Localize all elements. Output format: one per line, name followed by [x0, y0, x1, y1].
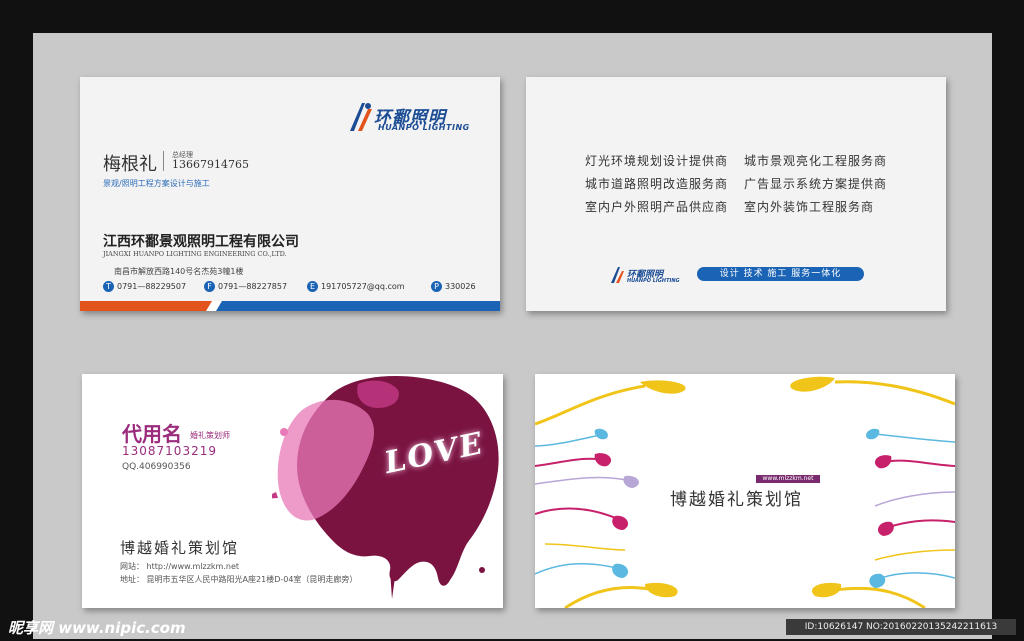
service-item: 城市道路照明改造服务商 [585, 177, 729, 191]
slogan-pill: 设计 技术 施工 服务一体化 [697, 267, 864, 281]
ink-splash-decoration [272, 375, 499, 599]
person-name: 梅根礼 [103, 154, 157, 175]
service-item: 室内外装饰工程服务商 [744, 200, 875, 214]
company-name-cn: 江西环鄱景观照明工程有限公司 [103, 234, 299, 250]
watermark-bar: 昵享网 www.nipic.com ID:10626147 NO:2016022… [0, 613, 1024, 641]
company-name-en: JIANGXI HUANPO LIGHTING ENGINEERING CO.,… [103, 250, 287, 258]
watermark-id: ID:10626147 NO:20160220135242211613 [786, 619, 1016, 635]
website-tag: www.mlzzkm.net [756, 475, 820, 483]
contact-fax-text: 0791—88227857 [218, 282, 288, 291]
person-name: 代用名 [122, 422, 182, 446]
business-card-back-lighting: 灯光环境规划设计提供商 城市景观亮化工程服务商 城市道路照明改造服务商 广告显示… [526, 77, 946, 311]
contact-postcode-text: 330026 [445, 282, 476, 291]
service-item: 广告显示系统方案提供商 [744, 177, 888, 191]
canvas-background: 环鄱照明 HUANPO LIGHTING 梅根礼 总经理 13667914765… [33, 33, 992, 639]
logo-mark-icon [350, 103, 372, 131]
service-item: 灯光环境规划设计提供商 [585, 154, 729, 168]
contact-fax: F 0791—88227857 [204, 281, 287, 292]
service-item: 室内户外照明产品供应商 [585, 200, 729, 214]
phone-icon: T [103, 281, 114, 292]
person-title: 婚礼策划师 [190, 431, 230, 440]
watermark-site: 昵享网 www.nipic.com [8, 619, 186, 637]
address: 地址： 昆明市五华区人民中路阳光A座21楼D-04室（昆明走廊旁） [120, 575, 358, 584]
business-card-back-wedding: www.mlzzkm.net 博越婚礼策划馆 [535, 374, 955, 608]
website: 网站： http://www.mlzzkm.net [120, 562, 239, 571]
contact-postcode: P 330026 [431, 281, 476, 292]
name-divider [163, 151, 164, 171]
service-item: 城市景观亮化工程服务商 [744, 154, 888, 168]
shop-name: 博越婚礼策划馆 [120, 539, 240, 557]
tagline: 景观/照明工程方案设计与施工 [103, 179, 210, 188]
contact-tel: T 0791—88229507 [103, 281, 186, 292]
person-qq: QQ.406990356 [122, 462, 191, 472]
bottom-stripe [80, 301, 500, 311]
logo-text-en: HUANPO LIGHTING [627, 278, 680, 284]
business-card-front-lighting: 环鄱照明 HUANPO LIGHTING 梅根礼 总经理 13667914765… [80, 77, 500, 311]
logo-mark-icon [611, 267, 624, 283]
contact-tel-text: 0791—88229507 [117, 282, 187, 291]
contact-email-text: 191705727@qq.com [321, 282, 405, 291]
person-phone: 13667914765 [172, 158, 249, 171]
postcode-icon: P [431, 281, 442, 292]
fax-icon: F [204, 281, 215, 292]
address: 南昌市解放西路140号名杰苑3幢1楼 [114, 267, 244, 276]
person-phone: 13087103219 [122, 444, 217, 458]
business-card-front-wedding: LOVE 代用名 婚礼策划师 13087103219 QQ.406990356 … [82, 374, 503, 608]
email-icon: E [307, 281, 318, 292]
contact-email: E 191705727@qq.com [307, 281, 405, 292]
logo-text-en: HUANPO LIGHTING [378, 123, 470, 132]
shop-name: 博越婚礼策划馆 [670, 490, 803, 510]
